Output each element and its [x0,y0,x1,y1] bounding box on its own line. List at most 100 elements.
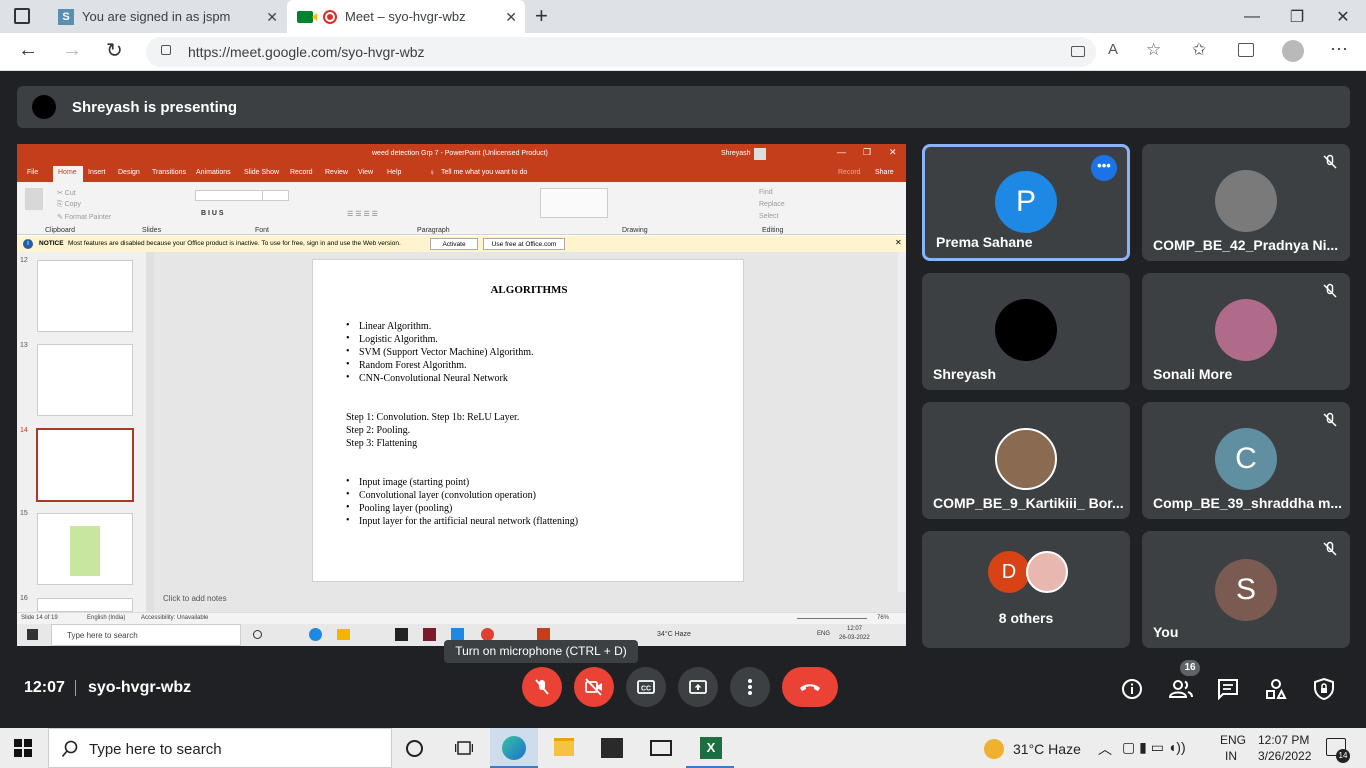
lightbulb-icon: ♀ [429,168,435,177]
search-icon [61,740,78,758]
more-options-icon[interactable]: ••• [1091,155,1117,181]
others-tile[interactable]: D 8 others [922,531,1130,648]
svg-text:CC: CC [641,686,651,693]
mic-toggle-button[interactable] [522,667,562,707]
use-free-button: Use free at Office.com [483,238,565,250]
close-window-icon[interactable]: ✕ [1320,0,1366,33]
notification-badge: 14 [1336,749,1350,763]
bullet-dot: • [346,346,350,357]
tab-meet[interactable]: Meet – syo-hvgr-wbz ✕ [287,0,525,33]
inner-search-text: Type here to search [67,631,138,640]
weather-text[interactable]: 31°C Haze [1013,741,1081,757]
mic-off-icon [535,679,549,695]
close-tab-icon[interactable]: ✕ [266,9,278,26]
slide-bullet: Logistic Algorithm. [359,334,438,345]
notice-close-icon: ✕ [895,238,902,247]
taskbar-search[interactable]: Type here to search [48,728,392,768]
bullet-dot: • [346,502,350,513]
recording-icon [323,9,337,24]
file-explorer-icon[interactable] [554,738,574,756]
participant-tile[interactable]: COMP_BE_9_Kartikiii_ Bor... [922,402,1130,519]
clock-time[interactable]: 12:07 PM [1258,733,1309,747]
divider [75,680,76,696]
participant-avatar: C [1215,428,1277,490]
favorites-icon[interactable]: ✩ [1192,40,1206,60]
participant-tile[interactable]: Sonali More [1142,273,1350,390]
tray-icons[interactable]: ▢ ▮ ▭ ◖)) [1122,739,1186,756]
host-controls-button[interactable] [1313,677,1335,701]
status-accessibility: Accessibility: Unavailable [141,615,209,621]
format-painter-icon: ✎ Format Painter [57,214,112,221]
captions-button[interactable]: CC [626,667,666,707]
camera-toggle-button[interactable] [574,667,614,707]
notice-label: NOTICE [39,240,64,247]
ppt-user: Shreyash [721,150,751,157]
slide-bullet: Input layer for the artificial neural ne… [359,516,579,527]
tab-actions-icon[interactable] [14,8,30,24]
participant-tile[interactable]: COMP_BE_42_Pradnya Ni... [1142,144,1350,261]
notice-text: Most features are disabled because your … [68,240,401,247]
edge-taskbar-button[interactable] [490,728,538,768]
show-hidden-icons[interactable]: ︿ [1098,739,1112,759]
ribbon-group-label: Drawing [622,227,648,234]
weather-icon[interactable] [984,739,1004,759]
participant-tile[interactable]: P ••• Prema Sahane [922,144,1130,261]
store-icon[interactable] [601,738,623,758]
add-favorite-icon[interactable]: ☆ [1146,40,1161,60]
minimize-icon[interactable]: — [1229,0,1275,33]
activities-button[interactable] [1265,678,1287,700]
camera-permission-icon[interactable] [1071,46,1085,57]
meeting-details-button[interactable] [1121,678,1143,700]
chat-button[interactable] [1217,678,1239,700]
ribbon-group-label: Editing [762,227,784,234]
shared-screen: weed detection Grp 7 - PowerPoint (Unlic… [17,144,906,646]
present-button[interactable] [678,667,718,707]
close-tab-icon[interactable]: ✕ [505,9,517,26]
ppt-tab: Insert [88,169,106,176]
cortana-icon[interactable] [406,740,423,757]
slide-thumb [37,598,133,612]
input-language[interactable]: ENG [1220,733,1246,747]
restore-icon[interactable]: ❐ [1274,0,1320,33]
bullet-dot: • [346,476,350,487]
slide-step: Step 3: Flattening [346,438,418,449]
tab-signed-in[interactable]: S You are signed in as jspm ✕ [48,0,286,33]
new-tab-icon[interactable]: + [535,3,548,29]
status-slide: Slide 14 of 19 [21,615,58,621]
task-view-icon[interactable] [455,740,473,756]
refresh-icon[interactable]: ↻ [106,38,123,63]
excel-taskbar-button[interactable]: X [686,728,734,768]
more-menu-icon[interactable]: ··· [1330,38,1348,59]
participant-tile[interactable]: Shreyash [922,273,1130,390]
clock-date[interactable]: 3/26/2022 [1258,749,1311,763]
input-region[interactable]: IN [1225,749,1237,763]
shield-lock-icon [1314,677,1334,701]
ppt-tab: Record [290,169,313,176]
profile-avatar[interactable] [1282,40,1304,62]
more-options-button[interactable] [730,667,770,707]
collections-icon[interactable] [1238,43,1254,57]
forward-icon[interactable]: → [62,39,82,62]
url-field[interactable]: https://meet.google.com/syo-hvgr-wbz [146,37,1096,67]
back-icon[interactable]: ← [18,39,38,62]
read-aloud-icon[interactable]: A [1108,41,1118,58]
mic-off-icon [1323,283,1337,298]
windows-start-button[interactable] [14,739,32,757]
inner-app-icon [423,628,436,641]
self-tile[interactable]: S You [1142,531,1350,648]
ppt-tab: Slide Show [244,169,280,176]
status-language: English (India) [87,615,126,621]
ppt-ribbon-tabs: File Home Insert Design Transitions Anim… [17,164,906,182]
ppt-notice-bar: i NOTICE Most features are disabled beca… [17,236,906,252]
activities-icon [1266,679,1287,699]
leave-call-button[interactable] [782,667,838,707]
bullet-dot: • [346,372,350,383]
inner-explorer-icon [337,629,350,640]
thumb-number: 13 [20,342,28,349]
people-button[interactable] [1168,678,1194,700]
participant-tile[interactable]: C Comp_BE_39_shraddha m... [1142,402,1350,519]
people-icon [1168,680,1193,698]
mail-icon[interactable] [650,740,672,756]
thumb-number: 12 [20,257,28,264]
windows-logo-icon [14,739,32,757]
